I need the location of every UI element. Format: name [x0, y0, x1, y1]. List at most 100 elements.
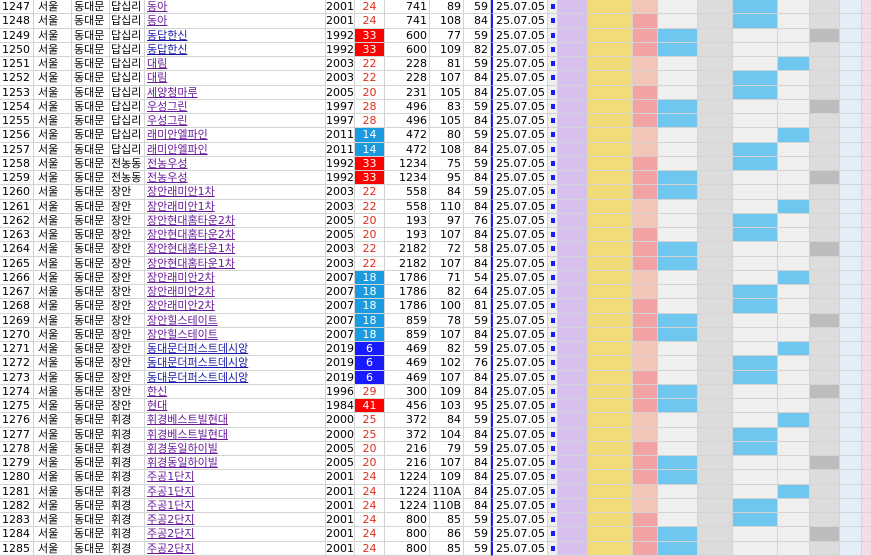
dong-cell[interactable]: 답십리: [110, 114, 145, 129]
apartment-cell[interactable]: 주공2단지: [145, 513, 326, 528]
apartment-link[interactable]: 우성그린: [147, 114, 187, 127]
district-cell[interactable]: 동대문: [72, 313, 110, 328]
district-cell[interactable]: 동대문: [72, 513, 110, 528]
table-row[interactable]: 1251 서울 동대문 답십리 대림 2003 22 228 81 59 25.07.05: [0, 57, 872, 72]
row-number[interactable]: 1278: [0, 441, 34, 456]
table-row[interactable]: 1277 서울 동대문 휘경 휘경베스트빌현대 2000 25 372 104 84 25.07.0…: [0, 427, 872, 442]
size-cell[interactable]: 59: [464, 57, 491, 72]
dong-cell[interactable]: 답십리: [110, 99, 145, 114]
households-cell[interactable]: 1234: [385, 171, 430, 186]
apartment-link[interactable]: 동아: [147, 0, 167, 13]
row-number[interactable]: 1269: [0, 313, 34, 328]
row-number[interactable]: 1259: [0, 171, 34, 186]
age-cell[interactable]: 14: [355, 142, 385, 157]
size-cell[interactable]: 59: [464, 185, 491, 200]
district-cell[interactable]: 동대문: [72, 470, 110, 485]
area-cell[interactable]: 86: [430, 527, 464, 542]
date-cell[interactable]: 25.07.05: [491, 71, 548, 86]
apartment-cell[interactable]: 동답한신: [145, 28, 326, 43]
apartment-link[interactable]: 휘경베스트빌현대: [147, 413, 228, 426]
size-cell[interactable]: 84: [464, 384, 491, 399]
age-cell[interactable]: 33: [355, 42, 385, 57]
table-row[interactable]: 1260 서울 동대문 장안 장안래미안1차 2003 22 558 84 59 25.07.05: [0, 185, 872, 200]
age-cell[interactable]: 33: [355, 28, 385, 43]
year-cell[interactable]: 2005: [326, 213, 355, 228]
district-cell[interactable]: 동대문: [72, 427, 110, 442]
city-cell[interactable]: 서울: [34, 513, 72, 528]
size-cell[interactable]: 54: [464, 270, 491, 285]
dong-cell[interactable]: 휘경: [110, 413, 145, 428]
year-cell[interactable]: 2001: [326, 541, 355, 556]
district-cell[interactable]: 동대문: [72, 171, 110, 186]
size-cell[interactable]: 84: [464, 199, 491, 214]
size-cell[interactable]: 59: [464, 342, 491, 357]
apartment-link[interactable]: 세양청마루: [147, 86, 198, 99]
area-cell[interactable]: 82: [430, 285, 464, 300]
date-cell[interactable]: 25.07.05: [491, 199, 548, 214]
table-row[interactable]: 1262 서울 동대문 장안 장안현대홈타운2차 2005 20 193 97 76 25.07.0…: [0, 213, 872, 228]
row-number[interactable]: 1283: [0, 513, 34, 528]
households-cell[interactable]: 600: [385, 28, 430, 43]
apartment-link[interactable]: 동답한신: [147, 43, 187, 56]
households-cell[interactable]: 741: [385, 0, 430, 15]
district-cell[interactable]: 동대문: [72, 0, 110, 15]
row-number[interactable]: 1281: [0, 484, 34, 499]
apartment-link[interactable]: 동답한신: [147, 29, 187, 42]
area-cell[interactable]: 110B: [430, 498, 464, 513]
age-cell[interactable]: 29: [355, 384, 385, 399]
row-number[interactable]: 1261: [0, 199, 34, 214]
size-cell[interactable]: 59: [464, 313, 491, 328]
district-cell[interactable]: 동대문: [72, 527, 110, 542]
city-cell[interactable]: 서울: [34, 498, 72, 513]
city-cell[interactable]: 서울: [34, 156, 72, 171]
apartment-cell[interactable]: 휘경베스트빌현대: [145, 413, 326, 428]
year-cell[interactable]: 2001: [326, 513, 355, 528]
year-cell[interactable]: 2005: [326, 228, 355, 243]
date-cell[interactable]: 25.07.05: [491, 342, 548, 357]
dong-cell[interactable]: 장안: [110, 313, 145, 328]
row-number[interactable]: 1258: [0, 156, 34, 171]
dong-cell[interactable]: 전농동: [110, 171, 145, 186]
table-row[interactable]: 1276 서울 동대문 휘경 휘경베스트빌현대 2000 25 372 84 59 25.07.05: [0, 413, 872, 428]
apartment-link[interactable]: 휘경동일하이빌: [147, 456, 218, 469]
age-cell[interactable]: 28: [355, 99, 385, 114]
date-cell[interactable]: 25.07.05: [491, 299, 548, 314]
row-number[interactable]: 1271: [0, 342, 34, 357]
households-cell[interactable]: 216: [385, 441, 430, 456]
table-row[interactable]: 1285 서울 동대문 휘경 주공2단지 2001 24 800 85 59 25.07.05: [0, 541, 872, 556]
area-cell[interactable]: 95: [430, 171, 464, 186]
age-cell[interactable]: 22: [355, 57, 385, 72]
district-cell[interactable]: 동대문: [72, 327, 110, 342]
apartment-cell[interactable]: 휘경동일하이빌: [145, 456, 326, 471]
apartment-link[interactable]: 장안힐스테이트: [147, 314, 218, 327]
households-cell[interactable]: 859: [385, 327, 430, 342]
city-cell[interactable]: 서울: [34, 370, 72, 385]
year-cell[interactable]: 2001: [326, 14, 355, 29]
dong-cell[interactable]: 답십리: [110, 71, 145, 86]
row-number[interactable]: 1274: [0, 384, 34, 399]
year-cell[interactable]: 2019: [326, 356, 355, 371]
apartment-cell[interactable]: 주공1단지: [145, 484, 326, 499]
size-cell[interactable]: 84: [464, 171, 491, 186]
size-cell[interactable]: 84: [464, 484, 491, 499]
size-cell[interactable]: 59: [464, 156, 491, 171]
table-row[interactable]: 1254 서울 동대문 답십리 우성그린 1997 28 496 83 59 25.07.05: [0, 99, 872, 114]
city-cell[interactable]: 서울: [34, 42, 72, 57]
size-cell[interactable]: 82: [464, 42, 491, 57]
city-cell[interactable]: 서울: [34, 256, 72, 271]
apartment-link[interactable]: 전농우성: [147, 171, 187, 184]
apartment-link[interactable]: 전농우성: [147, 157, 187, 170]
households-cell[interactable]: 800: [385, 541, 430, 556]
households-cell[interactable]: 469: [385, 370, 430, 385]
area-cell[interactable]: 107: [430, 370, 464, 385]
apartment-cell[interactable]: 동대문더퍼스트데시앙: [145, 356, 326, 371]
dong-cell[interactable]: 휘경: [110, 527, 145, 542]
area-cell[interactable]: 79: [430, 441, 464, 456]
district-cell[interactable]: 동대문: [72, 42, 110, 57]
age-cell[interactable]: 20: [355, 213, 385, 228]
row-number[interactable]: 1250: [0, 42, 34, 57]
apartment-link[interactable]: 주공1단지: [147, 470, 194, 483]
apartment-link[interactable]: 장안현대홈타운1차: [147, 242, 235, 255]
district-cell[interactable]: 동대문: [72, 256, 110, 271]
date-cell[interactable]: 25.07.05: [491, 0, 548, 15]
